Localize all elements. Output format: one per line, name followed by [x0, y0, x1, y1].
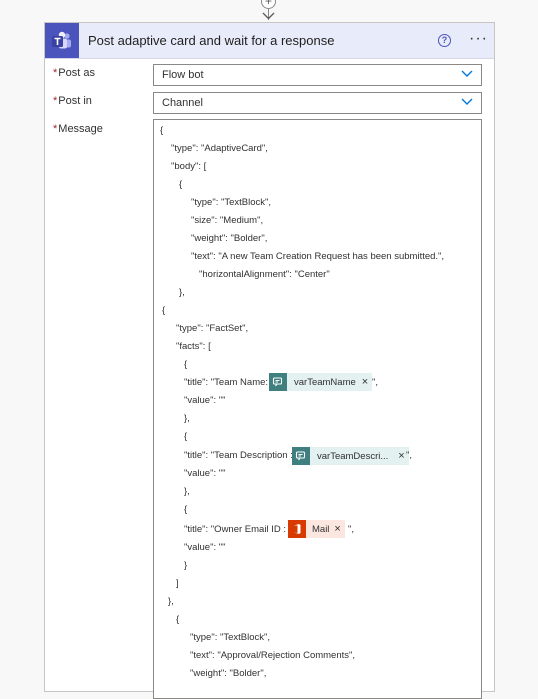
more-options-icon[interactable]: ··· — [469, 31, 488, 47]
code-line: ", — [372, 377, 379, 388]
teams-icon — [45, 23, 79, 58]
post-in-dropdown[interactable]: Channel — [153, 92, 482, 114]
code-line: } — [184, 560, 188, 571]
token-label: varTeamName — [294, 376, 356, 388]
post-as-value: Flow bot — [162, 69, 204, 81]
arrow-down-icon — [262, 12, 275, 20]
dynamic-token-mail[interactable]: Mail × — [288, 520, 345, 538]
code-line: "value": "" — [184, 542, 226, 553]
code-line: { — [162, 305, 166, 316]
code-line: { — [179, 179, 183, 190]
code-line: "type": "AdaptiveCard", — [171, 143, 268, 154]
code-line: "size": "Medium", — [191, 215, 264, 226]
required-marker: * — [53, 95, 58, 107]
code-line: "horizontalAlignment": "Center" — [199, 269, 330, 280]
post-in-label: *Post in — [53, 95, 92, 107]
code-line: { — [176, 614, 180, 625]
code-line: "body": [ — [171, 161, 207, 172]
chevron-down-icon — [461, 70, 473, 77]
message-label: *Message — [53, 123, 103, 135]
code-line: "title": "Team Description : — [184, 450, 293, 461]
code-line: "value": "" — [184, 395, 226, 406]
code-line: { — [184, 359, 188, 370]
code-line: { — [160, 125, 164, 136]
code-line: ", — [348, 524, 355, 535]
code-line: "title": "Owner Email ID : — [184, 524, 286, 535]
message-editor[interactable]: { "type": "AdaptiveCard", "body": [ { "t… — [153, 119, 482, 699]
code-line: "title": "Team Name: — [184, 377, 269, 388]
code-line: "weight": "Bolder", — [190, 668, 267, 679]
code-line: ] — [176, 578, 179, 589]
variable-icon — [269, 373, 287, 391]
action-card: Post adaptive card and wait for a respon… — [44, 22, 495, 699]
code-line: ", — [406, 450, 413, 461]
code-line: { — [184, 431, 188, 442]
code-line: }, — [184, 486, 190, 497]
post-in-label-text: Post in — [58, 95, 92, 107]
insert-step-button[interactable]: + — [261, 0, 276, 9]
office-icon — [288, 520, 306, 538]
dynamic-token-team-name[interactable]: varTeamName × — [269, 373, 373, 391]
required-marker: * — [53, 67, 58, 79]
code-line: "value": "" — [184, 468, 226, 479]
help-icon[interactable]: ? — [438, 34, 451, 47]
code-line: "weight": "Bolder", — [191, 233, 268, 244]
code-line: }, — [184, 413, 190, 424]
remove-token-icon[interactable]: × — [334, 523, 344, 535]
post-in-value: Channel — [162, 97, 203, 109]
token-label: varTeamDescri... — [317, 450, 389, 462]
code-line: "text": "Approval/Rejection Comments", — [190, 650, 356, 661]
code-line: { — [184, 504, 188, 515]
code-line: }, — [168, 596, 174, 607]
post-as-dropdown[interactable]: Flow bot — [153, 64, 482, 86]
token-label: Mail — [312, 523, 330, 535]
post-as-label: *Post as — [53, 67, 95, 79]
post-as-label-text: Post as — [58, 67, 95, 79]
dynamic-token-team-description[interactable]: varTeamDescri... × — [292, 447, 409, 465]
code-line: "type": "FactSet", — [176, 323, 249, 334]
code-line: "type": "TextBlock", — [191, 197, 272, 208]
message-label-text: Message — [58, 123, 103, 135]
code-line: "type": "TextBlock", — [190, 632, 271, 643]
remove-token-icon[interactable]: × — [362, 376, 372, 388]
chevron-down-icon — [461, 98, 473, 105]
action-card-header[interactable]: Post adaptive card and wait for a respon… — [45, 23, 494, 59]
code-line: }, — [179, 287, 185, 298]
required-marker: * — [53, 123, 58, 135]
action-title: Post adaptive card and wait for a respon… — [88, 33, 335, 48]
variable-icon — [292, 447, 310, 465]
code-line: "facts": [ — [176, 341, 211, 352]
code-line: "text": "A new Team Creation Request has… — [191, 251, 445, 262]
